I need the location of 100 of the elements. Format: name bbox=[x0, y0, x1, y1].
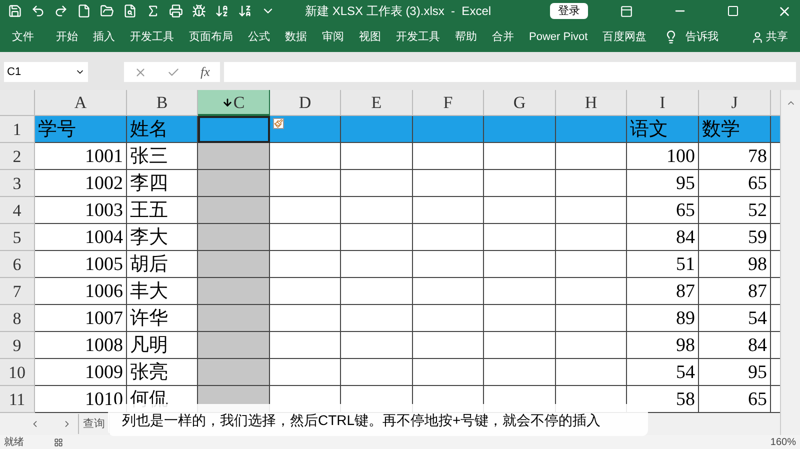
table-cell bbox=[484, 251, 556, 278]
row-header[interactable]: 11 bbox=[0, 386, 35, 413]
undo-icon[interactable] bbox=[31, 4, 45, 18]
ribbon-tab[interactable]: 视图 bbox=[359, 28, 381, 46]
function-button[interactable]: fx bbox=[200, 62, 210, 82]
table-cell bbox=[270, 305, 341, 332]
share-button[interactable]: 共享 bbox=[766, 28, 788, 46]
macro-icon bbox=[54, 438, 63, 446]
ribbon-tab[interactable]: 页面布局 bbox=[189, 28, 233, 46]
ribbon-tab[interactable]: 公式 bbox=[248, 28, 270, 46]
table-cell: 1006 bbox=[35, 278, 127, 305]
table-cell bbox=[556, 251, 627, 278]
row-header[interactable]: 1 bbox=[0, 116, 35, 143]
status-text: 就绪 bbox=[4, 436, 24, 449]
sort-descending-icon[interactable] bbox=[238, 4, 252, 18]
table-cell: 65 bbox=[699, 170, 771, 197]
paste-options-icon[interactable] bbox=[273, 118, 284, 129]
table-cell: 1002 bbox=[35, 170, 127, 197]
table-cell bbox=[413, 278, 484, 305]
ribbon-tab[interactable]: 帮助 bbox=[455, 28, 477, 46]
table-cell bbox=[198, 143, 270, 170]
table-cell: 许华 bbox=[127, 305, 198, 332]
row-header[interactable]: 8 bbox=[0, 305, 35, 332]
folder-icon[interactable] bbox=[100, 4, 114, 18]
bug-icon[interactable] bbox=[192, 4, 206, 18]
formula-input[interactable] bbox=[224, 62, 796, 82]
ribbon-tab[interactable]: 审阅 bbox=[322, 28, 344, 46]
table-cell bbox=[771, 251, 780, 278]
ribbon-display-icon[interactable] bbox=[620, 4, 633, 18]
table-cell bbox=[484, 224, 556, 251]
row-header[interactable]: 4 bbox=[0, 197, 35, 224]
table-cell bbox=[484, 359, 556, 386]
table-cell bbox=[341, 197, 413, 224]
table-cell bbox=[270, 359, 341, 386]
ribbon-tab[interactable]: 插入 bbox=[93, 28, 115, 46]
column-header[interactable]: C bbox=[198, 90, 270, 116]
table-cell bbox=[270, 224, 341, 251]
table-cell: 1007 bbox=[35, 305, 127, 332]
table-cell bbox=[198, 170, 270, 197]
table-cell: 1005 bbox=[35, 251, 127, 278]
subtitle-text: 列也是一样的，我们选择，然后CTRL键。再不停地按+号键，就会不停的插入 bbox=[122, 410, 601, 430]
new-file-icon[interactable] bbox=[77, 4, 91, 18]
maximize-icon[interactable] bbox=[727, 5, 739, 17]
table-cell bbox=[198, 332, 270, 359]
table-cell bbox=[341, 224, 413, 251]
row-header[interactable]: 10 bbox=[0, 359, 35, 386]
ribbon-tab[interactable]: 合并 bbox=[492, 28, 514, 46]
row-header[interactable]: 3 bbox=[0, 170, 35, 197]
ribbon-tab[interactable]: 文件 bbox=[12, 28, 34, 46]
table-cell bbox=[413, 143, 484, 170]
zoom-level[interactable]: 160% bbox=[770, 434, 796, 449]
table-cell bbox=[413, 332, 484, 359]
header-cell bbox=[484, 116, 556, 143]
file-search-icon[interactable] bbox=[123, 4, 137, 18]
ribbon-tab[interactable]: 开始 bbox=[56, 28, 78, 46]
ribbon-tab[interactable]: Power Pivot bbox=[529, 28, 588, 46]
table-cell bbox=[556, 359, 627, 386]
table-cell bbox=[270, 170, 341, 197]
redo-icon[interactable] bbox=[54, 4, 68, 18]
table-cell: 52 bbox=[699, 197, 771, 224]
table-cell: 1009 bbox=[35, 359, 127, 386]
table-cell bbox=[484, 332, 556, 359]
table-cell: 1004 bbox=[35, 224, 127, 251]
cursor-icon bbox=[222, 96, 234, 108]
table-cell bbox=[341, 332, 413, 359]
row-header[interactable]: 5 bbox=[0, 224, 35, 251]
table-cell bbox=[413, 170, 484, 197]
table-cell bbox=[556, 278, 627, 305]
table-cell bbox=[771, 386, 780, 413]
table-cell bbox=[771, 143, 780, 170]
tell-me-button[interactable]: 告诉我 bbox=[686, 28, 719, 46]
row-header[interactable]: 6 bbox=[0, 251, 35, 278]
name-box[interactable]: C1 bbox=[4, 62, 88, 82]
sum-icon[interactable] bbox=[146, 4, 160, 18]
table-cell: 1010 bbox=[35, 386, 127, 413]
table-cell: 98 bbox=[699, 251, 771, 278]
save-icon[interactable] bbox=[8, 4, 22, 18]
table-cell bbox=[484, 143, 556, 170]
enter-icon[interactable] bbox=[167, 66, 180, 78]
header-cell bbox=[413, 116, 484, 143]
row-header[interactable]: 9 bbox=[0, 332, 35, 359]
table-cell: 89 bbox=[627, 305, 699, 332]
login-button[interactable]: 登录 bbox=[550, 3, 588, 19]
user-icon bbox=[751, 30, 764, 44]
table-cell bbox=[484, 197, 556, 224]
table-cell: 100 bbox=[627, 143, 699, 170]
table-cell: 51 bbox=[627, 251, 699, 278]
table-cell: 95 bbox=[627, 170, 699, 197]
ribbon-tab[interactable]: 百度网盘 bbox=[602, 28, 647, 46]
printer-icon[interactable] bbox=[169, 4, 183, 18]
ribbon-tab[interactable]: 开发工具 bbox=[130, 28, 174, 46]
ribbon-tab[interactable]: 数据 bbox=[285, 28, 307, 46]
table-cell bbox=[270, 278, 341, 305]
ribbon-tab[interactable]: 开发工具 bbox=[396, 28, 440, 46]
table-cell bbox=[556, 224, 627, 251]
cancel-icon[interactable] bbox=[134, 66, 148, 78]
row-header[interactable]: 7 bbox=[0, 278, 35, 305]
sort-ascending-icon[interactable] bbox=[215, 4, 229, 18]
row-header[interactable]: 2 bbox=[0, 143, 35, 170]
table-cell bbox=[413, 224, 484, 251]
